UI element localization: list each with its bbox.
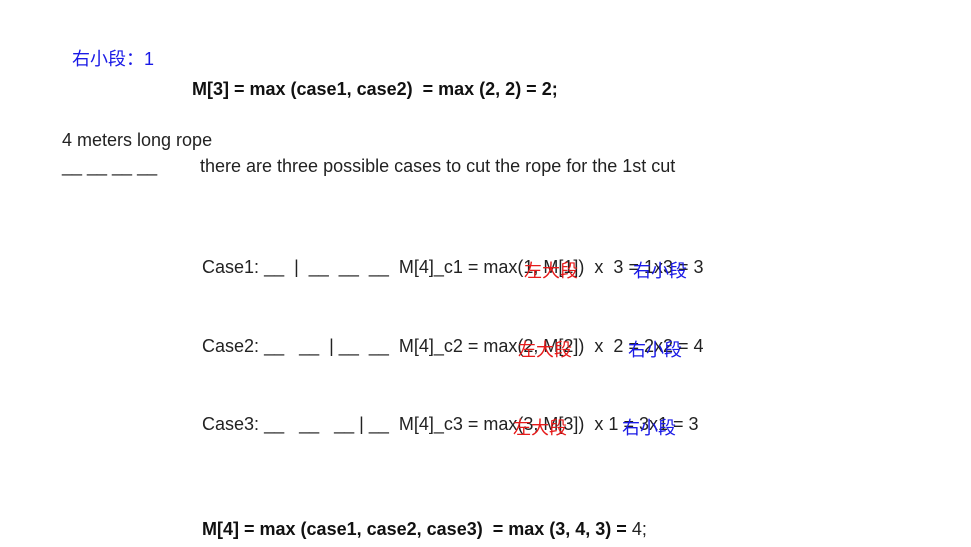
case-1-line: Case1: __ | __ __ __ M[4]_c1 = max(1, M[…	[192, 234, 704, 278]
m4-result-value: 4;	[631, 519, 647, 539]
rope-intro: 4 meters long rope	[62, 130, 213, 150]
case-2-left-label: 左大段	[518, 340, 572, 361]
top-note: 右小段：1	[62, 26, 154, 71]
top-note-label: 右小段	[72, 49, 127, 70]
case-3-right-label: 右小段	[622, 418, 676, 439]
case-2-right-label: 右小段	[628, 340, 682, 361]
case-3-left-label: 左大段	[513, 418, 567, 439]
case-1-diagram: __ | __ __ __	[264, 257, 389, 277]
case-2-line: Case2: __ __ | __ __ M[4]_c2 = max(2, M[…	[192, 313, 704, 357]
top-note-separator: ：	[126, 49, 145, 70]
case-1-right-label: 右小段	[633, 261, 687, 282]
m3-result: M[3] = max (case1, case2) = max (2, 2) =…	[192, 79, 558, 99]
rope-description: there are three possible cases to cut th…	[200, 156, 676, 176]
m4-result: M[4] = max (case1, case2, case3) = max (…	[192, 496, 647, 540]
top-note-value: 1	[144, 49, 155, 69]
case-3-label: Case3:	[202, 414, 260, 434]
case-3-diagram: __ __ __ | __	[264, 414, 389, 434]
rope-segments: __ __ __ __	[62, 156, 158, 176]
case-2-label: Case2:	[202, 336, 260, 356]
m4-result-expression: M[4] = max (case1, case2, case3) = max (…	[202, 519, 627, 539]
case-1-left-label: 左大段	[524, 261, 578, 282]
case-1-label: Case1:	[202, 257, 260, 277]
case-2-diagram: __ __ | __ __	[264, 336, 389, 356]
